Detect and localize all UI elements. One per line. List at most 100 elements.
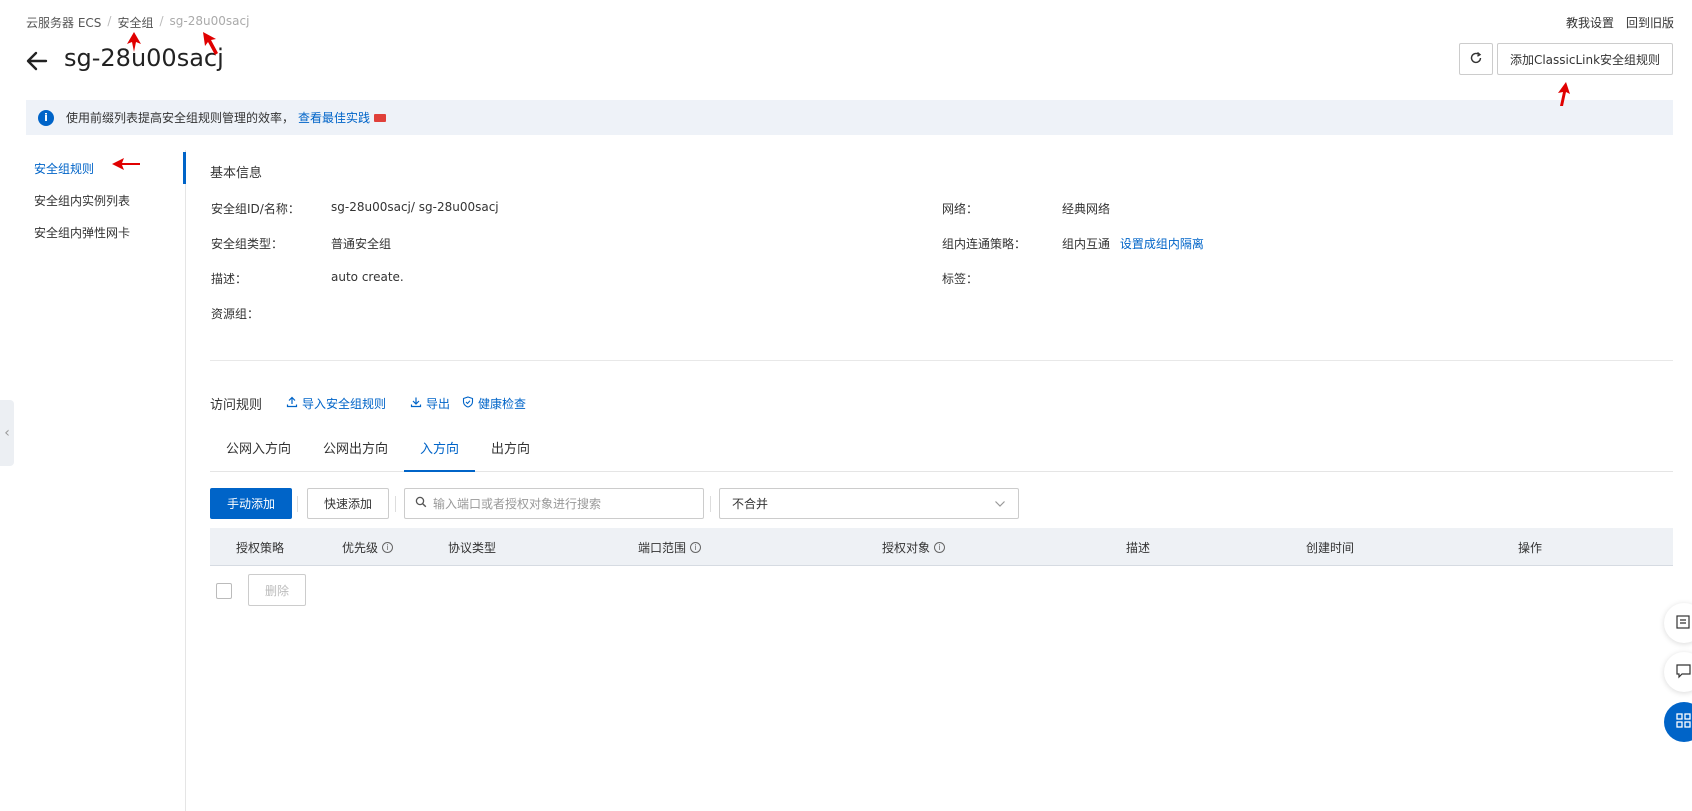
health-check-label: 健康检查: [478, 397, 527, 411]
column-header-description: 描述: [1126, 539, 1150, 556]
annotation-arrow-icon: [203, 32, 218, 55]
chevron-left-icon: ‹: [4, 425, 10, 441]
resource-group-label: 资源组：: [211, 307, 260, 321]
sidebar-item-security-rules[interactable]: 安全组规则: [34, 160, 94, 177]
import-rules-button[interactable]: 导入安全组规则: [286, 395, 386, 412]
toolbar-separator: [710, 496, 711, 512]
new-badge-icon: [374, 113, 387, 122]
annotation-arrow-icon: [127, 32, 141, 52]
refresh-button[interactable]: [1459, 43, 1493, 75]
download-icon: [410, 396, 422, 411]
grid-icon: [1675, 712, 1692, 733]
docs-float-button[interactable]: [1664, 603, 1692, 643]
direction-tabs: 公网入方向 公网出方向 入方向 出方向: [210, 432, 1673, 472]
id-name-label: 安全组ID/名称：: [211, 202, 300, 216]
sidebar-active-indicator: [183, 152, 186, 184]
export-label: 导出: [426, 397, 451, 411]
column-header-label: 端口范围: [638, 541, 687, 555]
policy-value: 组内互通 设置成组内隔离: [1062, 235, 1204, 252]
sidebar-item-enis[interactable]: 安全组内弹性网卡: [34, 224, 130, 241]
network-label: 网络：: [942, 202, 979, 216]
search-input[interactable]: [433, 496, 693, 511]
import-rules-label: 导入安全组规则: [302, 397, 387, 411]
description-value: auto create.: [331, 270, 404, 284]
info-banner: i 使用前缀列表提高安全组规则管理的效率， 查看最佳实践: [26, 100, 1673, 135]
info-icon: i: [38, 109, 54, 126]
shield-check-icon: [462, 396, 474, 411]
description-label: 描述：: [211, 272, 248, 286]
column-header-auth-object: 授权对象 i: [882, 539, 946, 556]
column-header-protocol: 协议类型: [448, 539, 496, 556]
column-header-label: 优先级: [342, 541, 379, 555]
health-check-button[interactable]: 健康检查: [462, 395, 526, 412]
delete-button[interactable]: 删除: [248, 574, 306, 606]
apps-float-button[interactable]: [1664, 702, 1692, 742]
info-circle-icon[interactable]: i: [690, 542, 702, 553]
info-circle-icon[interactable]: i: [382, 542, 394, 553]
feedback-float-button[interactable]: [1664, 652, 1692, 692]
column-header-port-range: 端口范围 i: [638, 539, 702, 556]
column-header-label: 创建时间: [1306, 541, 1355, 555]
breadcrumb-separator: /: [159, 14, 164, 28]
tab-public-outbound[interactable]: 公网出方向: [307, 432, 404, 472]
export-button[interactable]: 导出: [410, 395, 450, 412]
column-header-label: 操作: [1518, 541, 1543, 555]
quick-add-button[interactable]: 快速添加: [307, 488, 389, 519]
column-header-actions: 操作: [1518, 539, 1542, 556]
breadcrumb-ecs[interactable]: 云服务器 ECS: [26, 14, 101, 31]
column-header-label: 协议类型: [448, 541, 497, 555]
column-header-policy: 授权策略: [236, 539, 284, 556]
breadcrumb-security-group[interactable]: 安全组: [117, 14, 153, 31]
guide-link[interactable]: 教我设置: [1566, 14, 1614, 31]
column-header-priority: 优先级 i: [342, 539, 394, 556]
merge-select-value: 不合并: [732, 497, 769, 511]
old-version-link[interactable]: 回到旧版: [1626, 14, 1674, 31]
back-arrow-icon[interactable]: [24, 48, 50, 74]
search-box: [404, 488, 704, 519]
info-banner-text: 使用前缀列表提高安全组规则管理的效率，: [66, 111, 295, 125]
basic-info-title: 基本信息: [210, 166, 263, 181]
id-name-value: sg-28u00sacj/ sg-28u00sacj: [331, 200, 499, 214]
manual-add-button[interactable]: 手动添加: [210, 488, 292, 519]
breadcrumb-separator: /: [107, 14, 112, 28]
access-rules-title: 访问规则: [210, 398, 263, 413]
set-isolation-link[interactable]: 设置成组内隔离: [1120, 237, 1204, 251]
breadcrumb-current: sg-28u00sacj: [169, 14, 250, 28]
best-practice-link[interactable]: 查看最佳实践: [298, 109, 370, 126]
column-header-label: 描述: [1126, 541, 1151, 555]
tab-inbound[interactable]: 入方向: [404, 432, 476, 472]
sidebar: 安全组规则 安全组内实例列表 安全组内弹性网卡: [0, 150, 186, 811]
policy-value-text: 组内互通: [1062, 237, 1111, 251]
collapse-sidebar-button[interactable]: ‹: [0, 400, 14, 466]
divider: [210, 360, 1673, 361]
chat-icon: [1675, 663, 1692, 682]
rules-table-header: 授权策略 优先级 i 协议类型 端口范围 i 授权对象 i 描述 创建时间 操作: [210, 528, 1673, 566]
merge-select[interactable]: 不合并: [719, 488, 1019, 519]
column-header-label: 授权策略: [236, 541, 285, 555]
column-header-label: 授权对象: [882, 541, 931, 555]
tab-public-inbound[interactable]: 公网入方向: [210, 432, 307, 472]
tab-outbound[interactable]: 出方向: [475, 432, 546, 472]
network-value: 经典网络: [1062, 202, 1111, 216]
info-circle-icon[interactable]: i: [934, 542, 946, 553]
type-label: 安全组类型：: [211, 237, 284, 251]
breadcrumb: 云服务器 ECS / 安全组 / sg-28u00sacj: [26, 14, 249, 31]
policy-label: 组内连通策略：: [942, 237, 1027, 251]
sidebar-item-instances[interactable]: 安全组内实例列表: [34, 192, 130, 209]
book-icon: [1675, 614, 1692, 633]
toolbar-separator: [297, 496, 298, 512]
select-all-checkbox[interactable]: [216, 583, 232, 599]
top-links: 教我设置 回到旧版: [1566, 14, 1674, 31]
column-header-created-time: 创建时间: [1306, 539, 1354, 556]
add-classiclink-rule-button[interactable]: 添加ClassicLink安全组规则: [1497, 43, 1673, 75]
toolbar-separator: [395, 496, 396, 512]
annotation-arrow-icon: [1558, 82, 1570, 106]
tags-label: 标签：: [942, 272, 979, 286]
upload-icon: [286, 396, 298, 411]
refresh-icon: [1469, 51, 1483, 68]
type-value: 普通安全组: [331, 237, 392, 251]
search-icon: [415, 496, 427, 511]
access-rules-header: 访问规则 导入安全组规则 导出 健康检查: [210, 394, 526, 413]
chevron-down-icon: [994, 497, 1006, 511]
annotation-arrow-icon: [112, 158, 140, 170]
